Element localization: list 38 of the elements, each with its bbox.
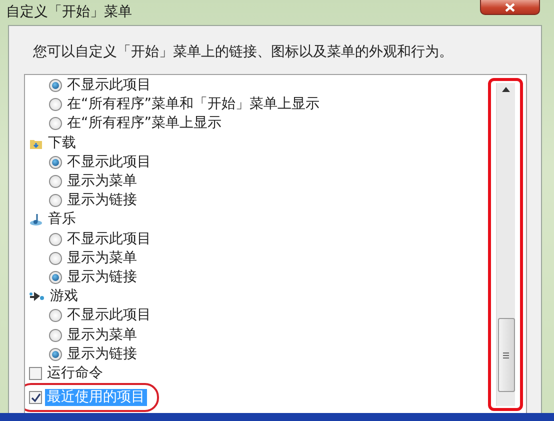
radio-button[interactable] [49,232,62,246]
radio-button[interactable] [49,194,62,208]
close-button[interactable] [480,0,540,15]
option-label[interactable]: 不显示此项目 [65,307,153,324]
radio-button[interactable] [49,309,62,322]
checkbox[interactable] [29,366,42,380]
section-heading: 游戏 [49,288,79,306]
option-label[interactable]: 显示为菜单 [65,250,139,267]
option-label[interactable]: 不显示此项目 [65,77,153,94]
music-note-icon [29,213,43,226]
window-title: 自定义「开始」菜单 [6,3,132,21]
radio-button[interactable] [49,270,62,284]
option-label[interactable]: 显示为菜单 [65,326,139,344]
close-icon [505,2,515,12]
option-label[interactable]: 显示为链接 [65,192,139,210]
radio-button[interactable] [49,252,62,265]
scrollbar[interactable] [496,83,515,406]
option-label[interactable]: 显示为菜单 [65,173,139,190]
section-heading: 音乐 [47,211,77,228]
option-label[interactable]: 在“所有程序”菜单和「开始」菜单上显示 [65,96,322,114]
option-label[interactable]: 显示为链接 [65,268,139,286]
radio-button[interactable] [49,79,62,92]
radio-button[interactable] [49,98,62,112]
description-text: 您可以自定义「开始」菜单上的链接、图标以及菜单的外观和行为。 [33,43,454,62]
option-label[interactable]: 运行命令 [45,364,105,382]
radio-button[interactable] [49,175,62,188]
radio-button[interactable] [49,156,62,169]
checkbox[interactable] [29,391,42,404]
scroll-thumb[interactable] [498,318,514,392]
scroll-up-icon[interactable] [502,87,510,92]
section-heading: 下载 [47,134,77,152]
radio-button[interactable] [49,117,62,130]
radio-button[interactable] [49,328,62,342]
option-label[interactable]: 不显示此项目 [65,154,153,171]
option-label[interactable]: 不显示此项目 [65,230,153,248]
option-label[interactable]: 在“所有程序”菜单上显示 [65,115,224,132]
radio-button[interactable] [49,348,62,361]
option-label[interactable]: 显示为链接 [65,346,139,363]
